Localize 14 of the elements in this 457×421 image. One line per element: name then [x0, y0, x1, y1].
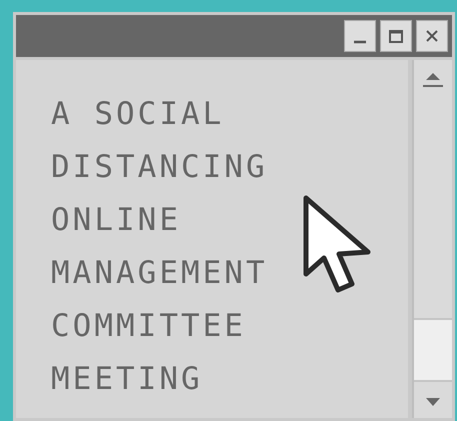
title-text-line: ONLINE — [51, 201, 181, 240]
title-text-line: COMMITTEE — [51, 307, 246, 346]
title-text-line: MEETING — [51, 360, 203, 399]
close-button[interactable] — [416, 20, 448, 52]
maximize-icon — [387, 27, 405, 45]
maximize-button[interactable] — [380, 20, 412, 52]
title-text-line: A SOCIAL — [51, 95, 224, 134]
scroll-thumb[interactable] — [414, 318, 452, 382]
scrollbar[interactable] — [412, 60, 452, 418]
scroll-up-icon[interactable] — [421, 72, 445, 88]
minimize-button[interactable] — [344, 20, 376, 52]
minimize-icon — [354, 40, 366, 44]
title-text-line: MANAGEMENT — [51, 254, 268, 293]
title-text-line: DISTANCING — [51, 148, 268, 187]
